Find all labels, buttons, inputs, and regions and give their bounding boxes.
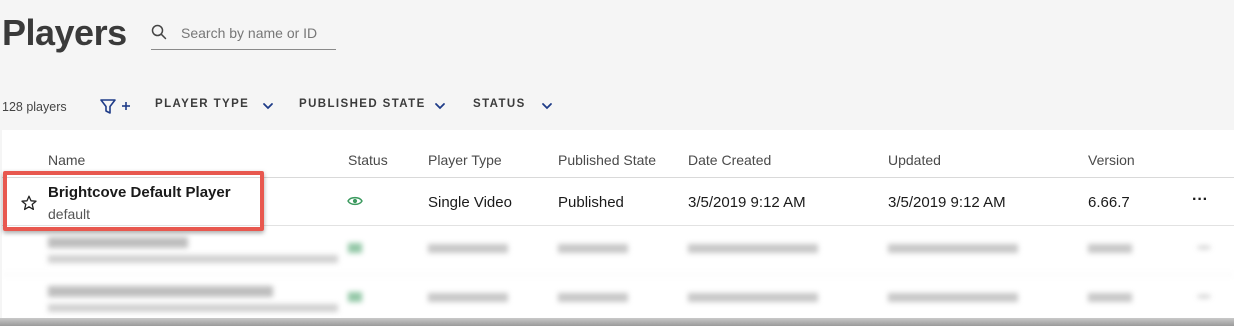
eye-icon xyxy=(347,196,363,206)
player-count: 128 players xyxy=(2,100,67,114)
row-actions-menu[interactable]: ··· xyxy=(1192,191,1208,209)
table-row[interactable] xyxy=(2,276,1234,324)
blurred-id xyxy=(48,304,338,312)
column-header-status[interactable]: Status xyxy=(348,152,388,168)
eye-icon xyxy=(348,292,362,302)
blurred-updated xyxy=(888,293,1018,302)
blurred-version xyxy=(1088,293,1132,302)
blurred-name xyxy=(48,286,273,297)
version: 6.66.7 xyxy=(1088,194,1130,211)
published-state: Published xyxy=(558,194,624,211)
search-icon xyxy=(151,24,167,40)
blurred-created xyxy=(688,293,818,302)
players-table: Name Status Player Type Published State … xyxy=(2,130,1234,326)
add-filter-button[interactable] xyxy=(100,97,134,117)
published-state-filter[interactable]: PUBLISHED STATE xyxy=(299,98,451,116)
date-created: 3/5/2019 9:12 AM xyxy=(688,194,806,211)
blurred-updated xyxy=(888,244,1018,253)
column-header-name[interactable]: Name xyxy=(48,152,85,168)
column-header-player-type[interactable]: Player Type xyxy=(428,152,502,168)
search-input[interactable] xyxy=(181,22,331,44)
status-filter[interactable]: STATUS xyxy=(473,98,559,116)
blurred-type xyxy=(428,293,508,302)
table-row[interactable] xyxy=(2,227,1234,275)
star-icon[interactable] xyxy=(21,195,37,211)
page-title: Players xyxy=(2,12,127,53)
blurred-id xyxy=(48,255,338,263)
player-name-link[interactable]: Brightcove Default Player xyxy=(48,184,231,201)
player-type: Single Video xyxy=(428,194,512,211)
search-box[interactable] xyxy=(151,18,336,50)
blurred-menu xyxy=(1198,295,1210,298)
player-type-filter[interactable]: PLAYER TYPE xyxy=(155,98,277,116)
blurred-state xyxy=(558,293,628,302)
blurred-type xyxy=(428,244,508,253)
blurred-state xyxy=(558,244,628,253)
eye-icon xyxy=(348,243,362,253)
blurred-name xyxy=(48,237,188,248)
published-state-filter-label: PUBLISHED STATE xyxy=(299,98,426,110)
column-header-version[interactable]: Version xyxy=(1088,152,1135,168)
player-id: default xyxy=(48,206,91,222)
bottom-shadow xyxy=(0,318,1234,326)
blurred-created xyxy=(688,244,818,253)
chevron-down-icon xyxy=(263,103,273,110)
column-header-published-state[interactable]: Published State xyxy=(558,152,656,168)
column-header-date-created[interactable]: Date Created xyxy=(688,152,771,168)
column-header-updated[interactable]: Updated xyxy=(888,152,941,168)
player-type-filter-label: PLAYER TYPE xyxy=(155,98,250,110)
table-row[interactable]: Brightcove Default Player default Single… xyxy=(2,178,1234,226)
updated-date: 3/5/2019 9:12 AM xyxy=(888,194,1006,211)
status-filter-label: STATUS xyxy=(473,98,526,110)
filter-icon xyxy=(100,99,130,114)
chevron-down-icon xyxy=(542,103,552,110)
blurred-menu xyxy=(1198,246,1210,249)
blurred-version xyxy=(1088,244,1132,253)
chevron-down-icon xyxy=(435,103,445,110)
filter-bar: 128 players PLAYER TYPE PUBLISHED STATE … xyxy=(2,94,1232,120)
